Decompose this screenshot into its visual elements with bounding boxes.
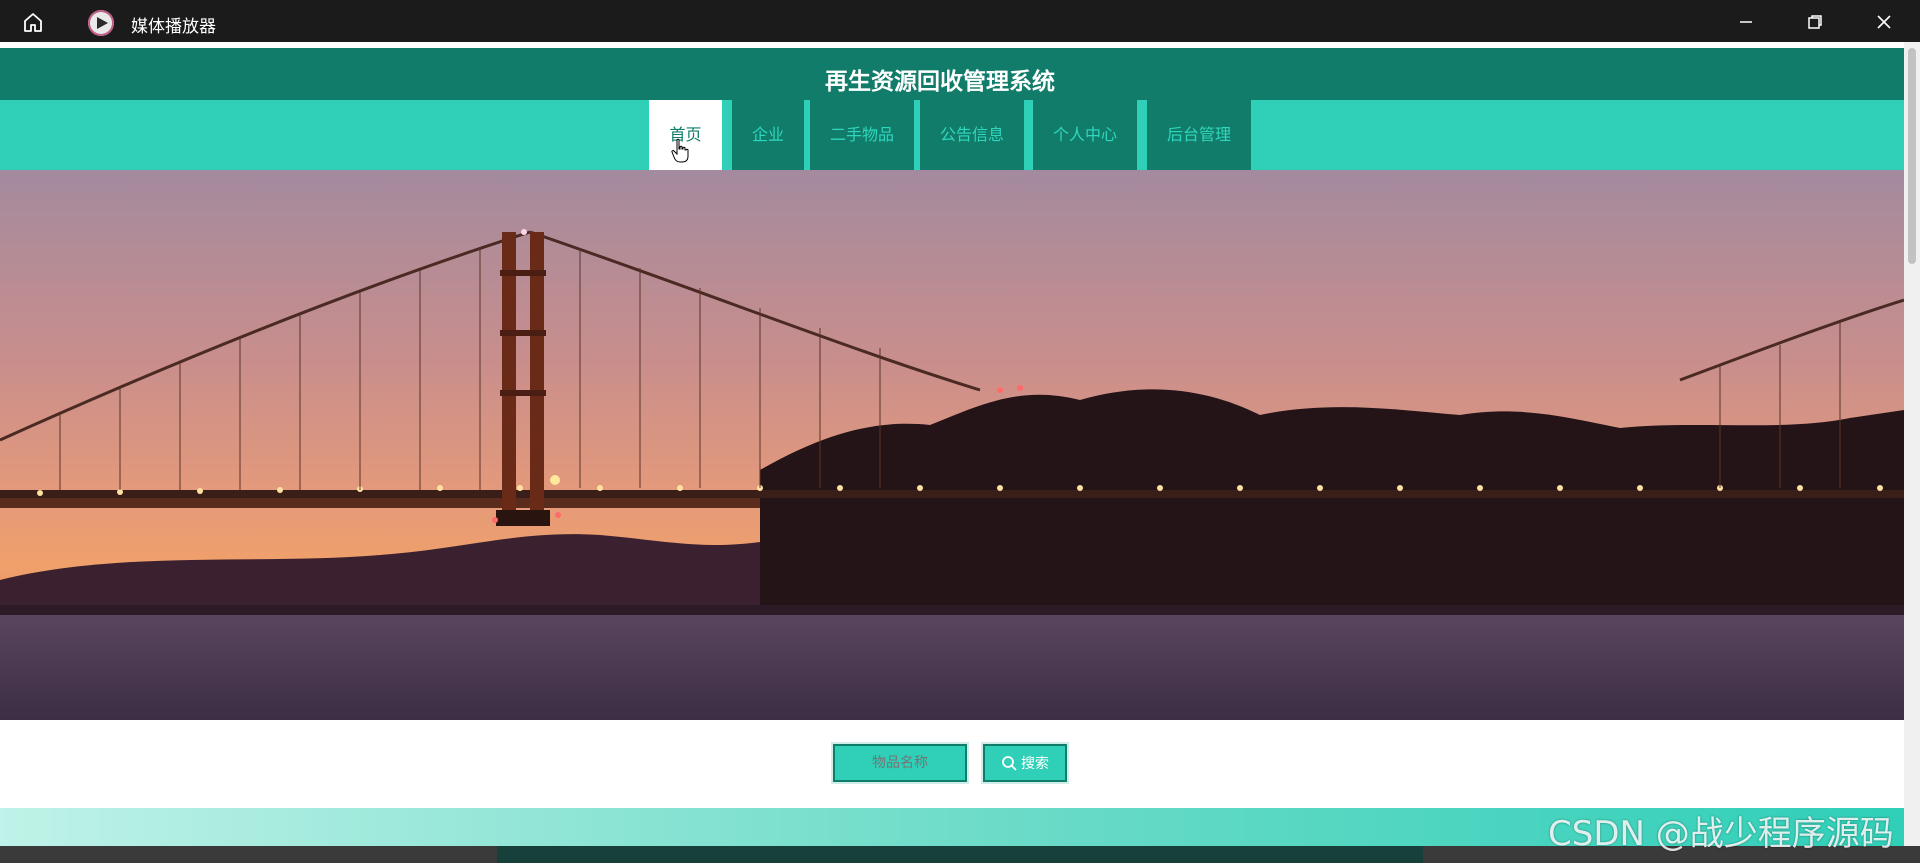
vertical-scrollbar[interactable] (1904, 42, 1920, 846)
watermark-text: CSDN @战少程序源码 (1548, 814, 1894, 854)
search-button[interactable]: 搜索 (983, 744, 1067, 782)
nav-item-personal-center[interactable]: 个人中心 (1033, 100, 1137, 170)
nav-item-admin[interactable]: 后台管理 (1147, 100, 1251, 170)
site-header: 再生资源回收管理系统 (0, 48, 1904, 100)
scrollbar-thumb[interactable] (1908, 48, 1916, 264)
nav-item-second-hand[interactable]: 二手物品 (810, 100, 914, 170)
bridge-sunset-image (0, 170, 1904, 720)
search-button-label: 搜索 (1021, 756, 1049, 772)
restore-icon[interactable] (1803, 10, 1827, 34)
web-page: 再生资源回收管理系统 首页 企业 二手物品 公告信息 个人中心 后台管理 物品名… (0, 42, 1904, 846)
home-icon[interactable] (22, 11, 44, 33)
window-titlebar: 媒体播放器 (0, 0, 1920, 42)
window-title: 媒体播放器 (131, 17, 216, 37)
main-nav: 首页 企业 二手物品 公告信息 个人中心 后台管理 (0, 100, 1904, 170)
minimize-icon[interactable] (1734, 10, 1758, 34)
search-icon (1002, 756, 1017, 771)
item-name-search-input[interactable] (833, 744, 967, 782)
hand-cursor-icon (671, 138, 689, 163)
nav-item-enterprise[interactable]: 企业 (732, 100, 804, 170)
banner-carousel[interactable] (0, 170, 1904, 839)
media-player-icon (88, 10, 114, 36)
close-icon[interactable] (1872, 10, 1896, 34)
site-title: 再生资源回收管理系统 (825, 69, 1055, 95)
player-progress-track[interactable] (497, 846, 1423, 863)
nav-item-announcements[interactable]: 公告信息 (920, 100, 1024, 170)
